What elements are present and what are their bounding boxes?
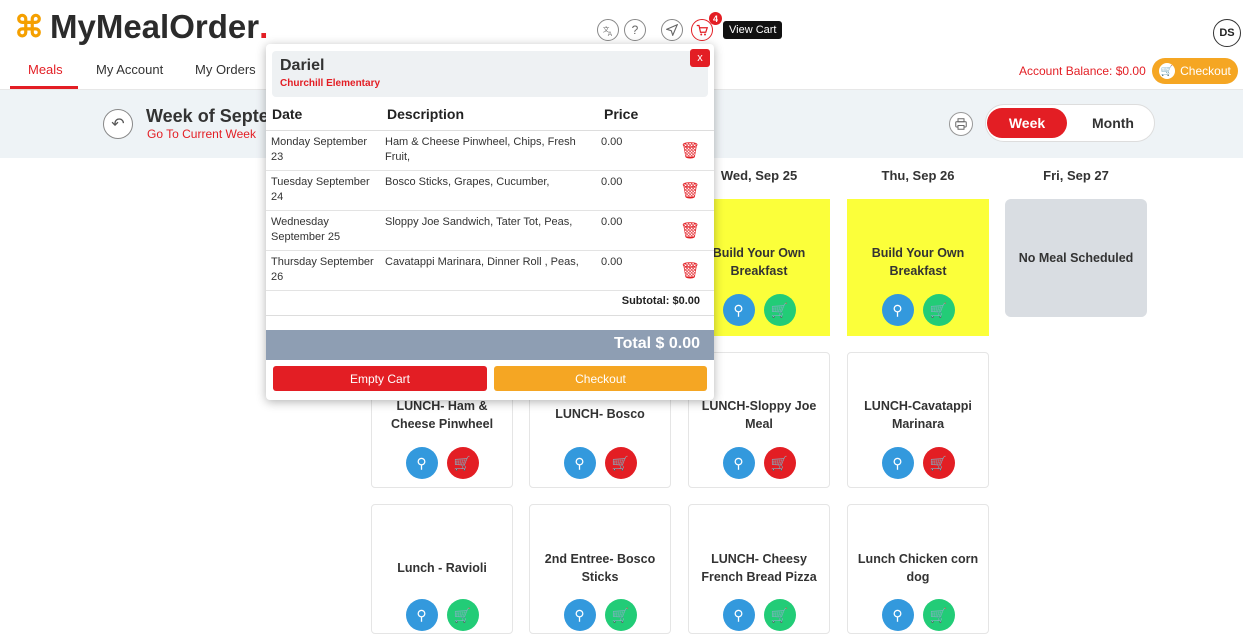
logo[interactable]: ⌘ MyMealOrder. (14, 8, 268, 46)
trash-icon[interactable]: 🗑 (680, 261, 700, 281)
svg-text:A: A (607, 31, 612, 37)
checkout-label: Checkout (1180, 64, 1231, 78)
meal-title: LUNCH- Cheesy French Bread Pizza (701, 552, 817, 584)
go-to-current-week-link[interactable]: Go To Current Week (147, 127, 256, 141)
meal-card-thu-breakfast: Build Your Own Breakfast ⚲ 🛒 (847, 199, 989, 336)
add-to-cart-icon[interactable]: 🛒 (604, 599, 637, 631)
meal-card-alt-thu: Lunch Chicken corn dog ⚲ 🛒 (847, 504, 989, 634)
logo-dot: . (259, 8, 269, 45)
translate-icon[interactable]: 文A (597, 19, 619, 41)
logo-text: MyMealOrder (50, 8, 260, 45)
nav-my-orders[interactable]: My Orders (195, 62, 256, 77)
meal-title: 2nd Entree- Bosco Sticks (544, 552, 656, 584)
remove-from-cart-icon[interactable]: 🛒 (922, 447, 955, 479)
remove-from-cart-icon[interactable]: 🛒 (446, 447, 479, 479)
meal-title: Build Your Own Breakfast (871, 246, 965, 278)
subtotal: Subtotal: $0.00 (621, 295, 700, 307)
total-bar: Total $ 0.00 (266, 330, 714, 360)
view-details-icon[interactable]: ⚲ (722, 599, 755, 631)
meal-title: LUNCH- Bosco (555, 407, 645, 421)
nav-my-account[interactable]: My Account (96, 62, 163, 77)
view-cart-tooltip: View Cart (723, 21, 783, 39)
view-details-icon[interactable]: ⚲ (405, 599, 438, 631)
subtotal-divider (266, 315, 714, 316)
trash-icon[interactable]: 🗑 (680, 221, 700, 241)
row-description: Ham & Cheese Pinwheel, Chips, Fresh Frui… (385, 136, 576, 163)
meal-card-fri-none: No Meal Scheduled (1005, 199, 1147, 317)
help-icon[interactable]: ? (624, 19, 646, 41)
total: Total $ 0.00 (614, 335, 700, 352)
meal-card-alt-tue: 2nd Entree- Bosco Sticks ⚲ 🛒 (529, 504, 671, 634)
cart-icon: 🛒 (1159, 63, 1176, 79)
add-to-cart-icon[interactable]: 🛒 (446, 599, 479, 631)
meal-title: Lunch Chicken corn dog (857, 552, 979, 584)
day-header-fri: Fri, Sep 27 (1043, 168, 1109, 183)
cart-row: Thursday September 26 Cavatappi Marinara… (266, 251, 714, 291)
row-description: Sloppy Joe Sandwich, Tater Tot, Peas, (385, 216, 573, 228)
cart-row: Monday September 23 Ham & Cheese Pinwhee… (266, 131, 714, 171)
logo-mark-icon: ⌘ (14, 10, 44, 44)
cart-count-badge: 4 (709, 12, 722, 25)
cart-row: Wednesday September 25 Sloppy Joe Sandwi… (266, 211, 714, 251)
meal-title: LUNCH-Sloppy Joe Meal (701, 399, 817, 431)
meal-card-alt-wed: LUNCH- Cheesy French Bread Pizza ⚲ 🛒 (688, 504, 830, 634)
col-header-date: Date (272, 106, 303, 122)
col-header-description: Description (387, 106, 465, 122)
row-price: 0.00 (601, 176, 623, 188)
view-details-icon[interactable]: ⚲ (722, 447, 755, 479)
row-description: Bosco Sticks, Grapes, Cucumber, (385, 176, 550, 188)
add-to-cart-icon[interactable]: 🛒 (922, 599, 955, 631)
day-header-thu: Thu, Sep 26 (881, 168, 955, 183)
row-date: Thursday September 26 (271, 256, 374, 283)
empty-cart-button[interactable]: Empty Cart (273, 366, 487, 391)
student-name: Dariel (280, 57, 325, 74)
row-price: 0.00 (601, 256, 623, 268)
col-header-price: Price (604, 106, 639, 122)
meal-title: Lunch - Ravioli (397, 561, 487, 575)
close-cart-button[interactable]: x (690, 49, 710, 67)
back-arrow-icon[interactable]: ↶ (103, 109, 133, 139)
view-details-icon[interactable]: ⚲ (881, 294, 914, 326)
trash-icon[interactable]: 🗑 (680, 181, 700, 201)
week-title: Week of Septer (146, 106, 276, 126)
meal-card-lunch-thu: LUNCH-Cavatappi Marinara ⚲ 🛒 (847, 352, 989, 488)
view-details-icon[interactable]: ⚲ (405, 447, 438, 479)
account-balance: Account Balance: $0.00 (1019, 64, 1146, 78)
nav-meals[interactable]: Meals (28, 62, 63, 77)
remove-from-cart-icon[interactable]: 🛒 (763, 447, 796, 479)
view-details-icon[interactable]: ⚲ (881, 599, 914, 631)
meal-card-alt-mon: Lunch - Ravioli ⚲ 🛒 (371, 504, 513, 634)
week-view-button[interactable]: Week (987, 108, 1067, 138)
view-details-icon[interactable]: ⚲ (563, 599, 596, 631)
add-to-cart-icon[interactable]: 🛒 (763, 294, 796, 326)
cart-row: Tuesday September 24 Bosco Sticks, Grape… (266, 171, 714, 211)
row-price: 0.00 (601, 136, 623, 148)
cart-popup: Dariel Churchill Elementary x Date Descr… (266, 44, 714, 400)
meal-title: LUNCH-Cavatappi Marinara (864, 399, 972, 431)
view-toggle: Week Month (985, 104, 1155, 142)
row-description: Cavatappi Marinara, Dinner Roll , Peas, (385, 256, 579, 268)
checkout-button-top[interactable]: 🛒 Checkout (1152, 58, 1238, 84)
add-to-cart-icon[interactable]: 🛒 (763, 599, 796, 631)
meal-title: Build Your Own Breakfast (712, 246, 806, 278)
no-meal-label: No Meal Scheduled (1018, 251, 1134, 265)
view-details-icon[interactable]: ⚲ (881, 447, 914, 479)
row-date: Tuesday September 24 (271, 176, 370, 203)
checkout-button[interactable]: Checkout (494, 366, 707, 391)
view-details-icon[interactable]: ⚲ (563, 447, 596, 479)
avatar[interactable]: DS (1213, 19, 1241, 47)
add-to-cart-icon[interactable]: 🛒 (922, 294, 955, 326)
print-icon[interactable] (949, 112, 973, 136)
school-name: Churchill Elementary (280, 78, 381, 89)
send-icon[interactable] (661, 19, 683, 41)
view-details-icon[interactable]: ⚲ (722, 294, 755, 326)
row-date: Wednesday September 25 (271, 216, 341, 243)
trash-icon[interactable]: 🗑 (680, 141, 700, 161)
remove-from-cart-icon[interactable]: 🛒 (604, 447, 637, 479)
row-date: Monday September 23 (271, 136, 367, 163)
row-price: 0.00 (601, 216, 623, 228)
meal-title: LUNCH- Ham & Cheese Pinwheel (390, 399, 494, 431)
cart-student-header: Dariel Churchill Elementary (272, 51, 708, 97)
month-view-button[interactable]: Month (1078, 108, 1148, 138)
